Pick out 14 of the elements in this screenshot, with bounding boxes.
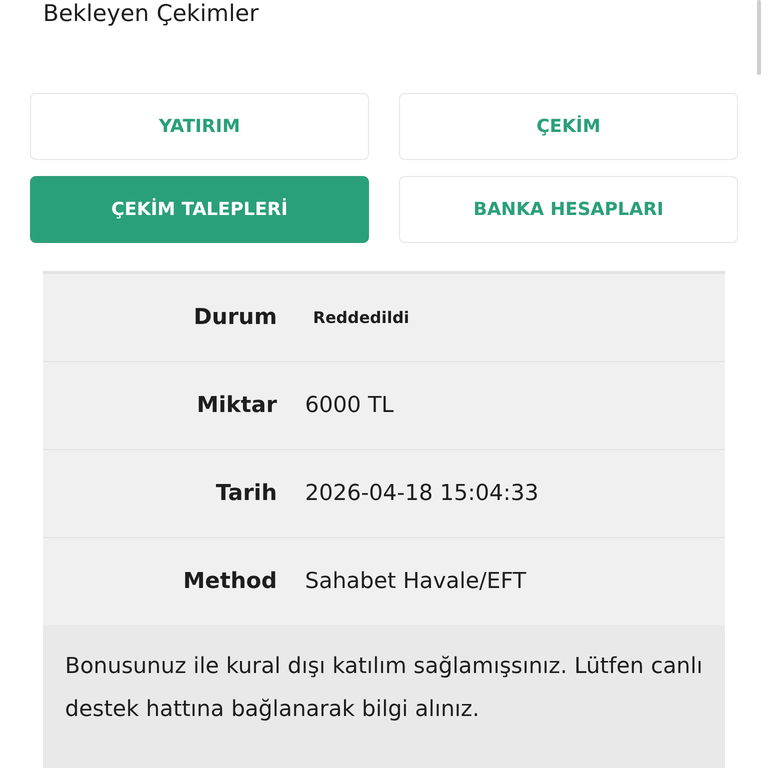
detail-label: Durum xyxy=(192,305,278,330)
page-title: Bekleyen Çekimler xyxy=(42,0,260,28)
detail-value: 6000 TL xyxy=(305,393,394,418)
note-text: Bonusunuz ile kural dışı katılım sağlamışsınız. Lütfen canlı destek hattına bağlanarak bilgi alınız. xyxy=(43,625,725,768)
detail-value: 2026-04-18 15:04:33 xyxy=(305,481,539,506)
tab-button[interactable]: BANKA HESAPLARI xyxy=(399,176,738,243)
status-text: Reddedildi xyxy=(312,308,410,327)
tab-button[interactable]: ÇEKİM xyxy=(399,93,738,160)
detail-label: Miktar xyxy=(196,393,278,418)
detail-label: Method xyxy=(182,569,278,594)
detail-value: Sahabet Havale/EFT xyxy=(305,569,526,594)
tab-button[interactable]: YATIRIM xyxy=(30,93,369,160)
detail-label: Tarih xyxy=(214,481,278,506)
tab-button[interactable]: ÇEKİM TALEPLERİ xyxy=(30,176,369,243)
